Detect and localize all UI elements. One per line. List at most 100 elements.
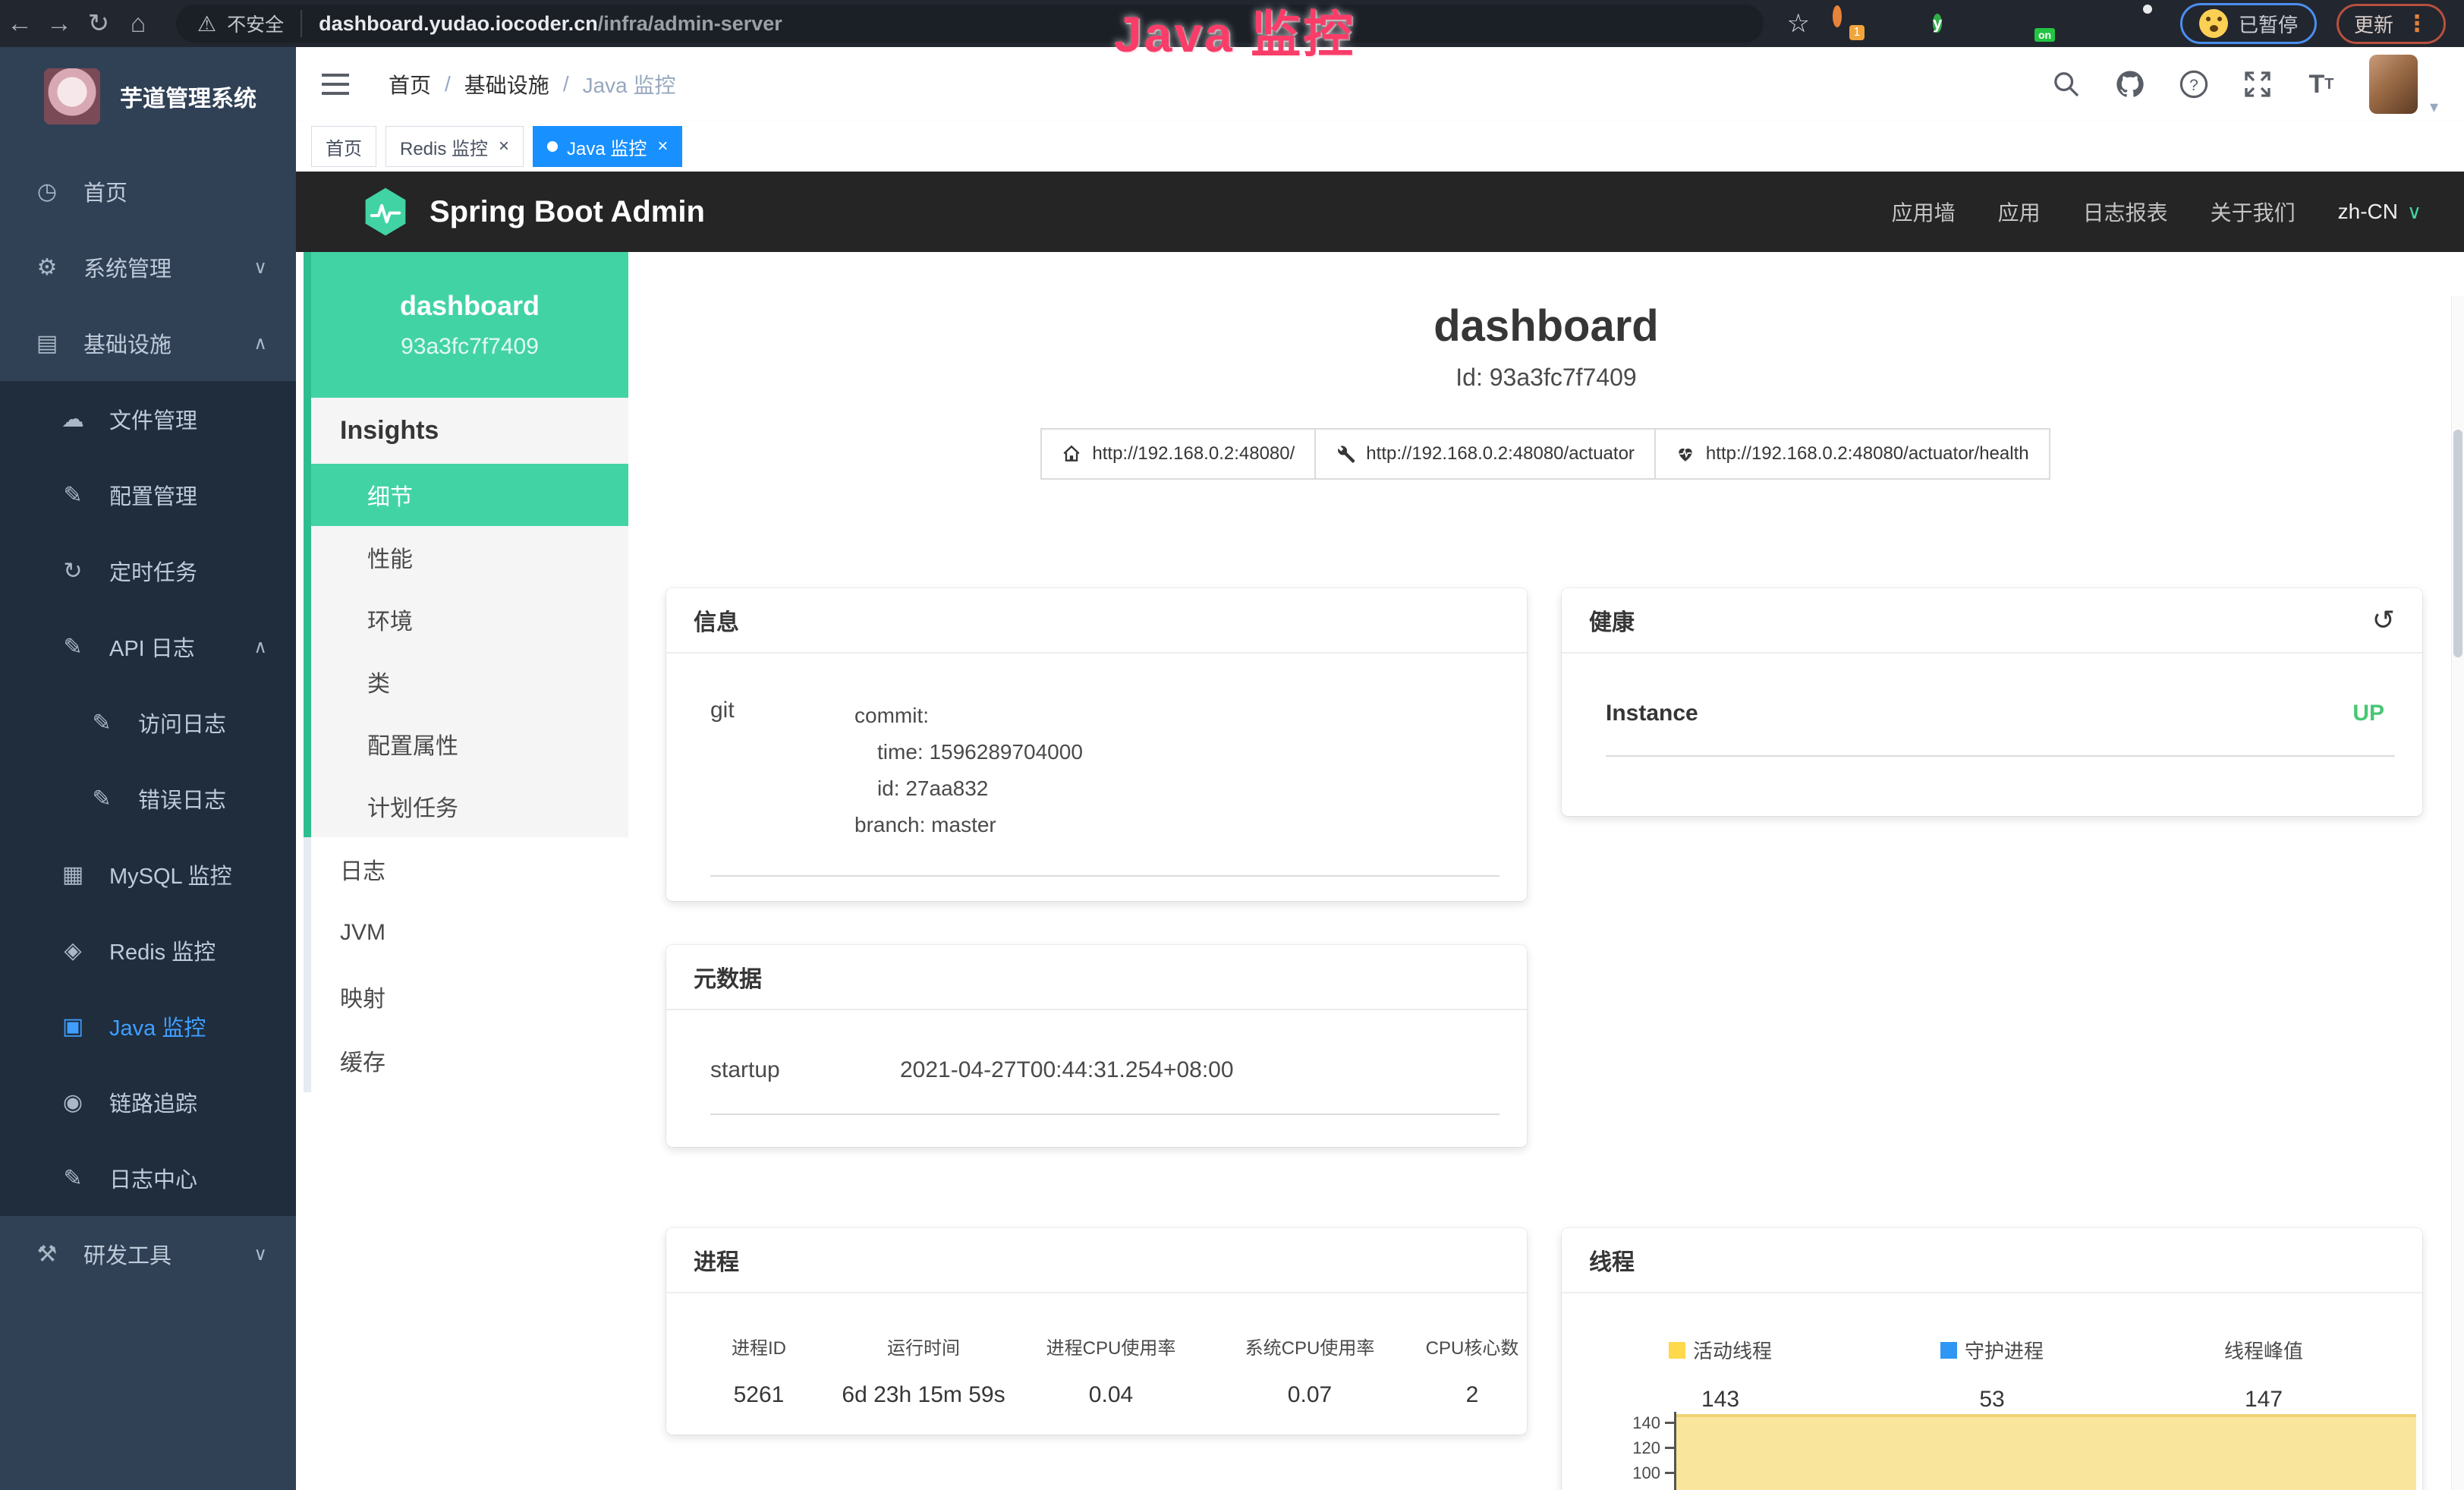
sba-item-logs[interactable]: 日志 bbox=[311, 837, 628, 901]
sidebar-item-access-log[interactable]: ✎ 访问日志 bbox=[0, 685, 296, 761]
extension-y-icon[interactable]: y bbox=[1933, 10, 1960, 37]
bookmark-star-icon[interactable]: ☆ bbox=[1786, 8, 1809, 39]
extension-grid-icon[interactable] bbox=[1983, 10, 2010, 37]
emoji-face-icon bbox=[2199, 9, 2228, 38]
extension-leaf-icon[interactable] bbox=[2083, 10, 2110, 37]
paused-label: 已暂停 bbox=[2239, 10, 2298, 38]
search-icon[interactable] bbox=[2050, 68, 2082, 100]
sidebar-item-label: 基础设施 bbox=[83, 327, 172, 359]
service-url-button[interactable]: http://192.168.0.2:48080/ bbox=[1040, 428, 1316, 480]
sba-item-classes[interactable]: 类 bbox=[311, 650, 628, 713]
sidebar-item-log-center[interactable]: ✎ 日志中心 bbox=[0, 1140, 296, 1216]
extension-puzzle-icon[interactable] bbox=[2133, 10, 2160, 37]
admin-sidebar: 芋道管理系统 ◷ 首页 ⚙ 系统管理 ∨ ▤ 基础设施 ∧ ☁ 文件管理 bbox=[0, 47, 296, 1490]
sba-item-scheduled-tasks[interactable]: 计划任务 bbox=[311, 775, 628, 837]
browser-update-button[interactable]: 更新 ⋮ bbox=[2337, 4, 2446, 44]
sba-logo-icon[interactable] bbox=[363, 187, 408, 237]
sidebar-item-file[interactable]: ☁ 文件管理 bbox=[0, 381, 296, 457]
threads-area-series bbox=[1676, 1414, 2416, 1490]
ring-icon bbox=[1833, 5, 1842, 27]
tab-redis-monitor[interactable]: Redis 监控 × bbox=[385, 126, 524, 167]
scrollbar-track[interactable] bbox=[2451, 296, 2464, 1490]
card-header: 健康 ↺ bbox=[1562, 588, 2422, 654]
sidebar-item-java[interactable]: ▣ Java 监控 bbox=[0, 988, 296, 1064]
browser-back-icon[interactable]: ← bbox=[0, 9, 39, 39]
legend-swatch-live bbox=[1669, 1342, 1685, 1359]
sba-nav-applications[interactable]: 应用 bbox=[1998, 197, 2041, 227]
sba-frame: Spring Boot Admin 应用墙 应用 日志报表 关于我们 zh-CN… bbox=[296, 172, 2464, 1490]
close-icon[interactable]: × bbox=[499, 136, 509, 157]
on-badge: on bbox=[2034, 28, 2055, 42]
sidebar-item-devtools[interactable]: ⚒ 研发工具 ∨ bbox=[0, 1216, 296, 1292]
sba-nav-about[interactable]: 关于我们 bbox=[2211, 197, 2296, 227]
browser-home-icon[interactable]: ⌂ bbox=[118, 9, 158, 39]
security-label[interactable]: 不安全 bbox=[227, 10, 302, 37]
browser-reload-icon[interactable]: ↻ bbox=[79, 8, 118, 39]
sidebar-item-api-log[interactable]: ✎ API 日志 ∧ bbox=[0, 609, 296, 685]
actuator-url-button[interactable]: http://192.168.0.2:48080/actuator bbox=[1314, 428, 1656, 480]
metadata-card-title: 元数据 bbox=[694, 960, 762, 994]
sba-item-caches[interactable]: 缓存 bbox=[311, 1029, 628, 1092]
sidebar-item-job[interactable]: ↻ 定时任务 bbox=[0, 533, 296, 609]
screenshot-root: ← → ↻ ⌂ ⚠ 不安全 dashboard.yudao.iocoder.cn… bbox=[0, 0, 2464, 1490]
health-url-label: http://192.168.0.2:48080/actuator/health bbox=[1706, 443, 2029, 465]
sba-item-configprops[interactable]: 配置属性 bbox=[311, 713, 628, 775]
hamburger-icon[interactable] bbox=[322, 71, 352, 97]
fullscreen-icon[interactable] bbox=[2242, 68, 2274, 100]
extension-switch-icon[interactable]: on bbox=[2033, 10, 2060, 37]
sidebar-item-error-log[interactable]: ✎ 错误日志 bbox=[0, 761, 296, 836]
sidebar-item-label: 定时任务 bbox=[109, 555, 197, 587]
process-header: 进程CPU使用率 bbox=[1008, 1333, 1214, 1359]
breadcrumb-infra[interactable]: 基础设施 bbox=[464, 69, 549, 99]
sidebar-item-label: API 日志 bbox=[109, 631, 195, 663]
sidebar-item-redis[interactable]: ◈ Redis 监控 bbox=[0, 912, 296, 988]
eye-icon: ◉ bbox=[58, 1089, 88, 1116]
browser-menu-dots-icon[interactable]: ⋮ bbox=[2406, 11, 2428, 37]
sidebar-item-config[interactable]: ✎ 配置管理 bbox=[0, 457, 296, 533]
infra-submenu: ☁ 文件管理 ✎ 配置管理 ↻ 定时任务 ✎ API 日志 ∧ ✎ bbox=[0, 381, 296, 1216]
sba-brand[interactable]: Spring Boot Admin bbox=[430, 195, 705, 229]
legend-value: 143 bbox=[1584, 1387, 1856, 1413]
instance-header[interactable]: dashboard 93a3fc7f7409 bbox=[304, 252, 628, 398]
legend-label: 线程峰值 bbox=[2224, 1336, 2303, 1364]
info-card: 信息 git commit: time: 1596289704000 id: 2… bbox=[666, 588, 1527, 901]
card-header: 元数据 bbox=[666, 945, 1527, 1010]
sidebar-logo-row[interactable]: 芋道管理系统 bbox=[0, 47, 296, 146]
user-avatar[interactable] bbox=[2369, 55, 2418, 114]
sidebar-item-mysql[interactable]: ▦ MySQL 监控 bbox=[0, 836, 296, 912]
sidebar-item-infra[interactable]: ▤ 基础设施 ∧ bbox=[0, 305, 296, 381]
sidebar-item-trace[interactable]: ◉ 链路追踪 bbox=[0, 1064, 296, 1140]
health-url-button[interactable]: http://192.168.0.2:48080/actuator/health bbox=[1654, 428, 2050, 480]
sba-locale-select[interactable]: zh-CN ∨ bbox=[2338, 200, 2422, 224]
sba-nav-journal[interactable]: 日志报表 bbox=[2083, 197, 2168, 227]
address-bar[interactable]: ⚠ 不安全 dashboard.yudao.iocoder.cn /infra/… bbox=[176, 5, 1764, 43]
sidebar-item-system[interactable]: ⚙ 系统管理 ∨ bbox=[0, 229, 296, 305]
sba-nav-wallboard[interactable]: 应用墙 bbox=[1892, 197, 1956, 227]
help-icon[interactable]: ? bbox=[2178, 68, 2210, 100]
close-icon[interactable]: × bbox=[657, 136, 668, 157]
scrollbar-thumb[interactable] bbox=[2453, 430, 2462, 657]
legend-value: 147 bbox=[2128, 1387, 2399, 1413]
main-area: 首页 / 基础设施 / Java 监控 ? TT bbox=[296, 47, 2464, 1490]
tab-java-monitor[interactable]: Java 监控 × bbox=[533, 126, 682, 167]
sba-item-environment[interactable]: 环境 bbox=[311, 588, 628, 650]
tab-label: Redis 监控 bbox=[400, 134, 488, 160]
extension-colorzilla-icon[interactable]: 1 bbox=[1833, 10, 1860, 37]
extension-pin-icon[interactable] bbox=[1883, 10, 1910, 37]
insights-group: Insights 细节 性能 环境 类 配置属性 计划任务 bbox=[304, 398, 628, 837]
service-url-label: http://192.168.0.2:48080/ bbox=[1092, 443, 1295, 465]
font-size-icon[interactable]: TT bbox=[2305, 68, 2337, 100]
sba-item-details[interactable]: 细节 bbox=[311, 464, 628, 526]
sba-item-mappings[interactable]: 映射 bbox=[311, 965, 628, 1029]
breadcrumb-home[interactable]: 首页 bbox=[389, 69, 431, 99]
gear-icon: ⚙ bbox=[32, 254, 62, 281]
sidebar-item-home[interactable]: ◷ 首页 bbox=[0, 153, 296, 229]
history-icon[interactable]: ↺ bbox=[2372, 604, 2395, 636]
tab-home[interactable]: 首页 bbox=[311, 126, 376, 167]
profile-paused-button[interactable]: 已暂停 bbox=[2180, 3, 2317, 44]
browser-forward-icon[interactable]: → bbox=[39, 9, 79, 39]
header-actions: ? TT ▾ bbox=[2050, 52, 2438, 117]
sba-item-jvm[interactable]: JVM bbox=[311, 901, 628, 965]
github-icon[interactable] bbox=[2114, 68, 2146, 100]
sba-item-metrics[interactable]: 性能 bbox=[311, 526, 628, 588]
